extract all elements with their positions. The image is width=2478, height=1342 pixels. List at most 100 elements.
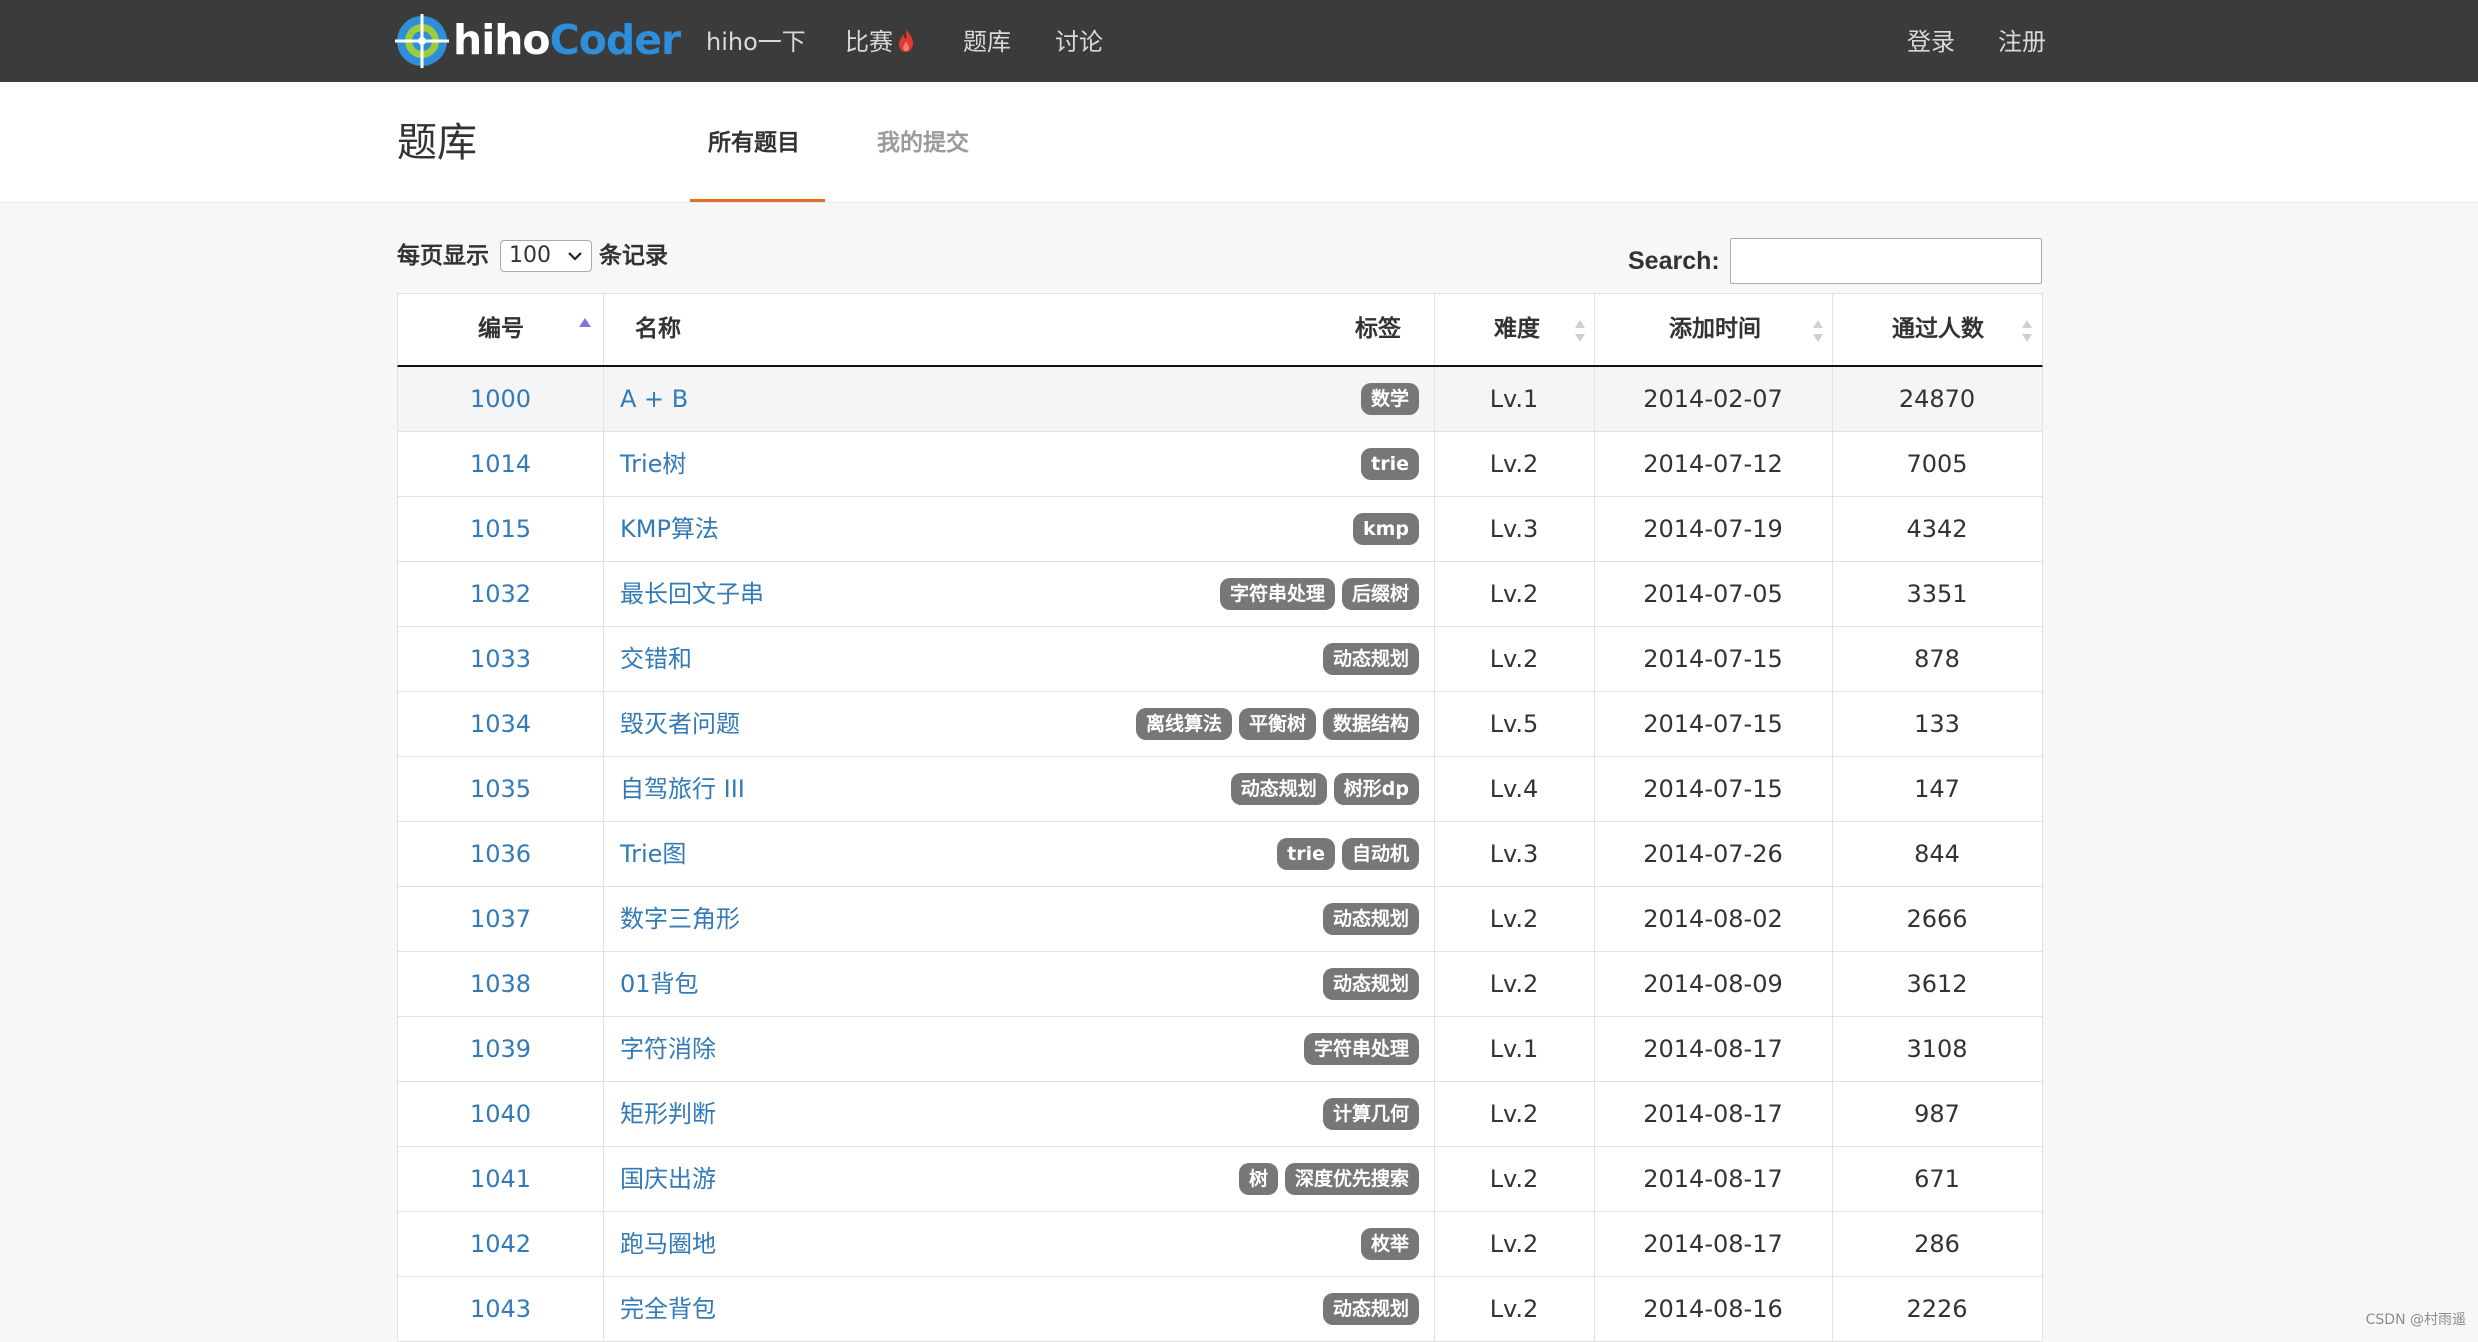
problem-tag[interactable]: trie [1277,838,1335,870]
col-passed-header[interactable]: 通过人数 [1892,294,1984,365]
problem-tags: 动态规划 [1323,1293,1419,1325]
col-level-header[interactable]: 难度 [1494,294,1540,365]
problem-name-link[interactable]: KMP算法 [620,497,719,561]
problem-tag[interactable]: 动态规划 [1323,1293,1419,1325]
tab-my-submissions[interactable]: 我的提交 [877,126,969,160]
problem-tag[interactable]: 动态规划 [1231,773,1327,805]
problem-name-link[interactable]: 最长回文子串 [620,562,764,626]
problem-tag[interactable]: 动态规划 [1323,968,1419,1000]
problem-name-link[interactable]: 矩形判断 [620,1082,716,1146]
problem-level: Lv.1 [1434,1017,1594,1081]
problem-level: Lv.2 [1434,627,1594,691]
nav-hiho-link[interactable]: hiho一下 [706,22,806,62]
problem-id-link[interactable]: 1038 [398,952,603,1016]
problem-id-link[interactable]: 1015 [398,497,603,561]
problem-tag[interactable]: 枚举 [1361,1228,1419,1260]
problem-id-link[interactable]: 1034 [398,692,603,756]
column-divider [1434,952,1435,1016]
problem-tag[interactable]: 字符串处理 [1220,578,1335,610]
sort-both-icon[interactable] [1573,318,1587,344]
problem-tag[interactable]: 离线算法 [1136,708,1232,740]
problem-id-link[interactable]: 1042 [398,1212,603,1276]
header-divider [1434,294,1435,365]
problem-name-link[interactable]: 01背包 [620,952,699,1016]
column-divider [1594,432,1595,496]
problem-tag[interactable]: 动态规划 [1323,643,1419,675]
column-divider [1832,1082,1833,1146]
problem-tag[interactable]: 动态规划 [1323,903,1419,935]
problem-tag[interactable]: 树形dp [1334,773,1419,805]
problem-id-link[interactable]: 1041 [398,1147,603,1211]
problem-id-link[interactable]: 1032 [398,562,603,626]
hihocoder-logo[interactable]: hihoCoder [395,12,665,70]
active-tab-indicator [690,199,825,202]
column-divider [603,1212,604,1276]
problem-date: 2014-07-05 [1594,562,1832,626]
col-name-header[interactable]: 名称 [635,294,681,365]
problem-tag[interactable]: 字符串处理 [1304,1033,1419,1065]
problem-name-link[interactable]: Trie图 [620,822,686,886]
problem-name-link[interactable]: A + B [620,367,688,431]
tab-all-problems[interactable]: 所有题目 [708,126,800,160]
brand-name: hihoCoder [453,14,680,66]
table-row: 1014Trie树trieLv.22014-07-127005 [397,432,2043,497]
problem-name-link[interactable]: 跑马圈地 [620,1212,716,1276]
col-date-header[interactable]: 添加时间 [1669,294,1761,365]
problem-name-link[interactable]: 国庆出游 [620,1147,716,1211]
sort-both-icon[interactable] [1811,318,1825,344]
nav-problems-label: 题库 [963,28,1011,56]
problem-id-link[interactable]: 1043 [398,1277,603,1341]
per-page-suffix: 条记录 [599,240,668,272]
problem-name-link[interactable]: 交错和 [620,627,692,691]
sort-both-icon[interactable] [2020,318,2034,344]
column-divider [1832,692,1833,756]
nav-discuss-link[interactable]: 讨论 [1055,22,1103,62]
problem-tag[interactable]: 计算几何 [1323,1098,1419,1130]
problem-tag[interactable]: 数学 [1361,383,1419,415]
header-divider [603,294,604,365]
column-divider [603,1277,604,1341]
nav-contest-link[interactable]: 比赛 [845,22,915,62]
problem-name-link[interactable]: 字符消除 [620,1017,716,1081]
problem-level: Lv.2 [1434,1147,1594,1211]
problem-tags: 枚举 [1361,1228,1419,1260]
page-size-select[interactable]: 100 [500,240,592,272]
problem-date: 2014-08-09 [1594,952,1832,1016]
column-divider [1594,367,1595,431]
problem-name-link[interactable]: 完全背包 [620,1277,716,1341]
problem-name-link[interactable]: 数字三角形 [620,887,740,951]
problem-name-link[interactable]: 毁灭者问题 [620,692,740,756]
problem-id-link[interactable]: 1040 [398,1082,603,1146]
problem-id-link[interactable]: 1036 [398,822,603,886]
problem-id-link[interactable]: 1039 [398,1017,603,1081]
problem-tag[interactable]: 数据结构 [1323,708,1419,740]
sort-asc-icon[interactable] [578,316,592,330]
problem-id-link[interactable]: 1037 [398,887,603,951]
search-input[interactable] [1730,238,2042,284]
problem-date: 2014-07-15 [1594,692,1832,756]
problem-tag[interactable]: 平衡树 [1239,708,1316,740]
table-row: 1035自驾旅行 III动态规划树形dpLv.42014-07-15147 [397,757,2043,822]
problem-tag[interactable]: 树 [1239,1163,1278,1195]
problem-id-link[interactable]: 1000 [398,367,603,431]
column-divider [603,627,604,691]
problem-id-link[interactable]: 1035 [398,757,603,821]
column-divider [603,692,604,756]
problem-name-link[interactable]: Trie树 [620,432,686,496]
register-link[interactable]: 注册 [1998,22,2046,62]
problem-id-link[interactable]: 1014 [398,432,603,496]
problem-tag[interactable]: 深度优先搜索 [1285,1163,1419,1195]
column-divider [1594,1277,1595,1341]
problem-tag[interactable]: 后缀树 [1342,578,1419,610]
problem-tag[interactable]: kmp [1353,513,1419,545]
column-divider [1434,1017,1435,1081]
problem-tags: 字符串处理后缀树 [1220,578,1419,610]
problem-tag[interactable]: trie [1361,448,1419,480]
nav-problems-link[interactable]: 题库 [963,22,1011,62]
problem-tag[interactable]: 自动机 [1342,838,1419,870]
login-link[interactable]: 登录 [1907,22,1955,62]
problem-id-link[interactable]: 1033 [398,627,603,691]
table-row: 1033交错和动态规划Lv.22014-07-15878 [397,627,2043,692]
col-id-header[interactable]: 编号 [478,294,524,365]
problem-name-link[interactable]: 自驾旅行 III [620,757,745,821]
